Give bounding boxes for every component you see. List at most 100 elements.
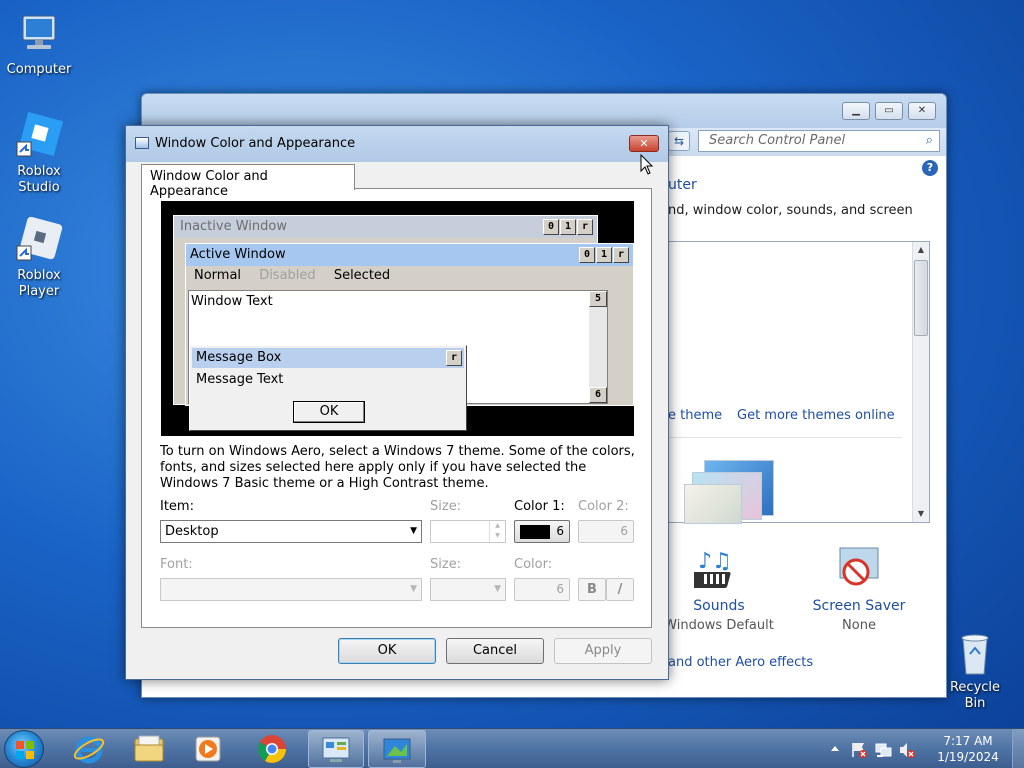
windows-logo-icon	[16, 741, 34, 759]
inactive-window-titlebar[interactable]: Inactive Window 01r	[174, 216, 597, 238]
minimize-button[interactable]: ▁	[842, 102, 870, 120]
dropdown-glyph: 6	[620, 524, 628, 538]
aero-info-text: To turn on Windows Aero, select a Window…	[160, 444, 635, 491]
close-button[interactable]: ✕	[629, 135, 659, 152]
search-icon[interactable]: ⌕	[926, 133, 933, 148]
desktop-icon-roblox-player[interactable]: Roblox Player	[0, 216, 78, 300]
sounds-label: Sounds	[693, 598, 745, 614]
desktop-icon-label: Computer	[6, 62, 72, 77]
chevron-down-icon: ▼	[410, 526, 417, 536]
menu-normal[interactable]: Normal	[194, 268, 241, 283]
computer-icon	[15, 10, 63, 58]
preview-message-box[interactable]: Message Box r Message Text OK	[189, 345, 467, 431]
appearance-icon	[383, 738, 411, 763]
color2-label: Color 2:	[578, 499, 629, 514]
preview-scrollbar[interactable]: 5 6	[589, 291, 607, 403]
refresh-icon[interactable]: ⇆	[668, 131, 690, 151]
taskbar: 7:17 AM 1/19/2024	[0, 728, 1024, 768]
svg-text:♪♫: ♪♫	[698, 549, 732, 574]
font-select[interactable]: ▼	[160, 578, 422, 601]
desktop-icon-computer[interactable]: Computer	[0, 10, 78, 78]
message-box-titlebar[interactable]: Message Box r	[192, 348, 464, 368]
volume-muted-icon[interactable]	[898, 741, 916, 759]
show-hidden-icons-icon[interactable]	[830, 744, 840, 752]
start-button[interactable]	[4, 730, 44, 768]
help-icon[interactable]: ?	[922, 160, 938, 176]
close-icon: r	[613, 247, 629, 263]
dialog-titlebar[interactable]: Window Color and Appearance ✕	[126, 126, 668, 162]
sounds-setting[interactable]: ♪♫ Sounds Windows Default	[662, 546, 776, 633]
more-themes-link[interactable]: Get more themes online	[737, 408, 895, 423]
chrome-icon	[258, 735, 286, 763]
desktop-icon-label: Recycle Bin	[949, 680, 1001, 711]
maximize-icon: 1	[596, 247, 612, 263]
item-label: Item:	[160, 499, 194, 514]
aero-effects-link[interactable]: and other Aero effects	[668, 655, 813, 670]
page-heading: uter	[668, 177, 697, 193]
clock-date: 1/19/2024	[937, 750, 999, 764]
color1-label: Color 1:	[514, 499, 565, 514]
ok-button[interactable]: OK	[338, 638, 436, 664]
themes-scrollbar[interactable]: ▲ ▼	[912, 242, 929, 522]
item-select[interactable]: Desktop ▼	[160, 520, 422, 543]
screen-saver-label: Screen Saver	[812, 598, 906, 614]
italic-button[interactable]: /	[606, 578, 634, 601]
font-color-button[interactable]: 6	[514, 578, 570, 601]
taskbar-internet-explorer[interactable]	[62, 730, 116, 768]
minimize-icon: 0	[543, 219, 559, 235]
screen-saver-icon	[839, 547, 879, 586]
item-size-stepper[interactable]: ▲ ▼	[430, 520, 506, 543]
internet-explorer-icon	[73, 736, 105, 764]
bold-button[interactable]: B	[578, 578, 606, 601]
desktop-icon-roblox-studio[interactable]: Roblox Studio	[0, 111, 78, 196]
font-size-select[interactable]: ▼	[430, 578, 506, 601]
active-window-titlebar[interactable]: Active Window 01r	[186, 244, 633, 266]
font-label: Font:	[160, 557, 193, 572]
taskbar-control-panel[interactable]	[308, 730, 364, 768]
maximize-icon: 1	[560, 219, 576, 235]
appearance-preview[interactable]: Inactive Window 01r Active Window 01r No…	[161, 201, 634, 436]
roblox-studio-icon	[15, 111, 64, 160]
message-box-text[interactable]: Message Text	[190, 370, 466, 389]
tab-window-color-appearance[interactable]: Window Color and Appearance	[141, 164, 355, 199]
apply-button[interactable]: Apply	[554, 638, 652, 664]
menu-disabled[interactable]: Disabled	[259, 268, 315, 283]
clock-time: 7:17 AM	[943, 734, 993, 748]
cancel-button[interactable]: Cancel	[446, 638, 544, 664]
theme-thumbnail[interactable]	[664, 454, 774, 524]
stepper-arrows-icon[interactable]: ▲ ▼	[489, 521, 505, 542]
maximize-button[interactable]: ▭	[875, 102, 903, 120]
taskbar-file-explorer[interactable]	[122, 730, 176, 768]
appearance-icon	[135, 137, 149, 149]
action-center-icon[interactable]	[850, 741, 868, 759]
save-theme-link[interactable]: e theme	[668, 408, 722, 423]
show-desktop-button[interactable]	[1012, 729, 1024, 768]
font-color-label: Color:	[514, 557, 553, 572]
scrollbar-thumb[interactable]	[914, 260, 928, 336]
menu-selected[interactable]: Selected	[334, 268, 390, 283]
media-player-icon	[195, 736, 221, 762]
size-label: Size:	[430, 499, 462, 514]
network-icon[interactable]	[874, 741, 892, 759]
system-tray: 7:17 AM 1/19/2024	[826, 729, 1024, 768]
desktop-icon-label: Roblox Studio	[17, 164, 61, 195]
screen-saver-value: None	[842, 618, 876, 633]
taskbar-chrome[interactable]	[245, 730, 299, 768]
control-panel-titlebar[interactable]: ▁ ▭ ✕	[142, 94, 946, 128]
desktop-icon-recycle-bin[interactable]: Recycle Bin	[936, 630, 1014, 712]
taskbar-appearance-dialog[interactable]	[368, 730, 426, 768]
close-button[interactable]: ✕	[908, 102, 936, 120]
window-color-appearance-dialog[interactable]: Window Color and Appearance ✕ Window Col…	[125, 125, 669, 680]
screen-saver-setting[interactable]: Screen Saver None	[802, 546, 916, 633]
preview-menu-bar[interactable]: Normal Disabled Selected	[186, 266, 633, 286]
color1-button[interactable]: 6	[514, 520, 570, 543]
page-description: nd, window color, sounds, and screen	[668, 203, 913, 218]
message-box-ok-button[interactable]: OK	[293, 401, 365, 423]
color1-swatch	[520, 525, 550, 539]
clock[interactable]: 7:17 AM 1/19/2024	[930, 733, 1006, 765]
taskbar-media-player[interactable]	[180, 730, 234, 768]
scroll-down-icon: 6	[589, 387, 607, 403]
color2-button[interactable]: 6	[578, 520, 634, 543]
search-input[interactable]: Search Control Panel ⌕	[698, 130, 940, 152]
recycle-bin-icon	[951, 630, 999, 676]
